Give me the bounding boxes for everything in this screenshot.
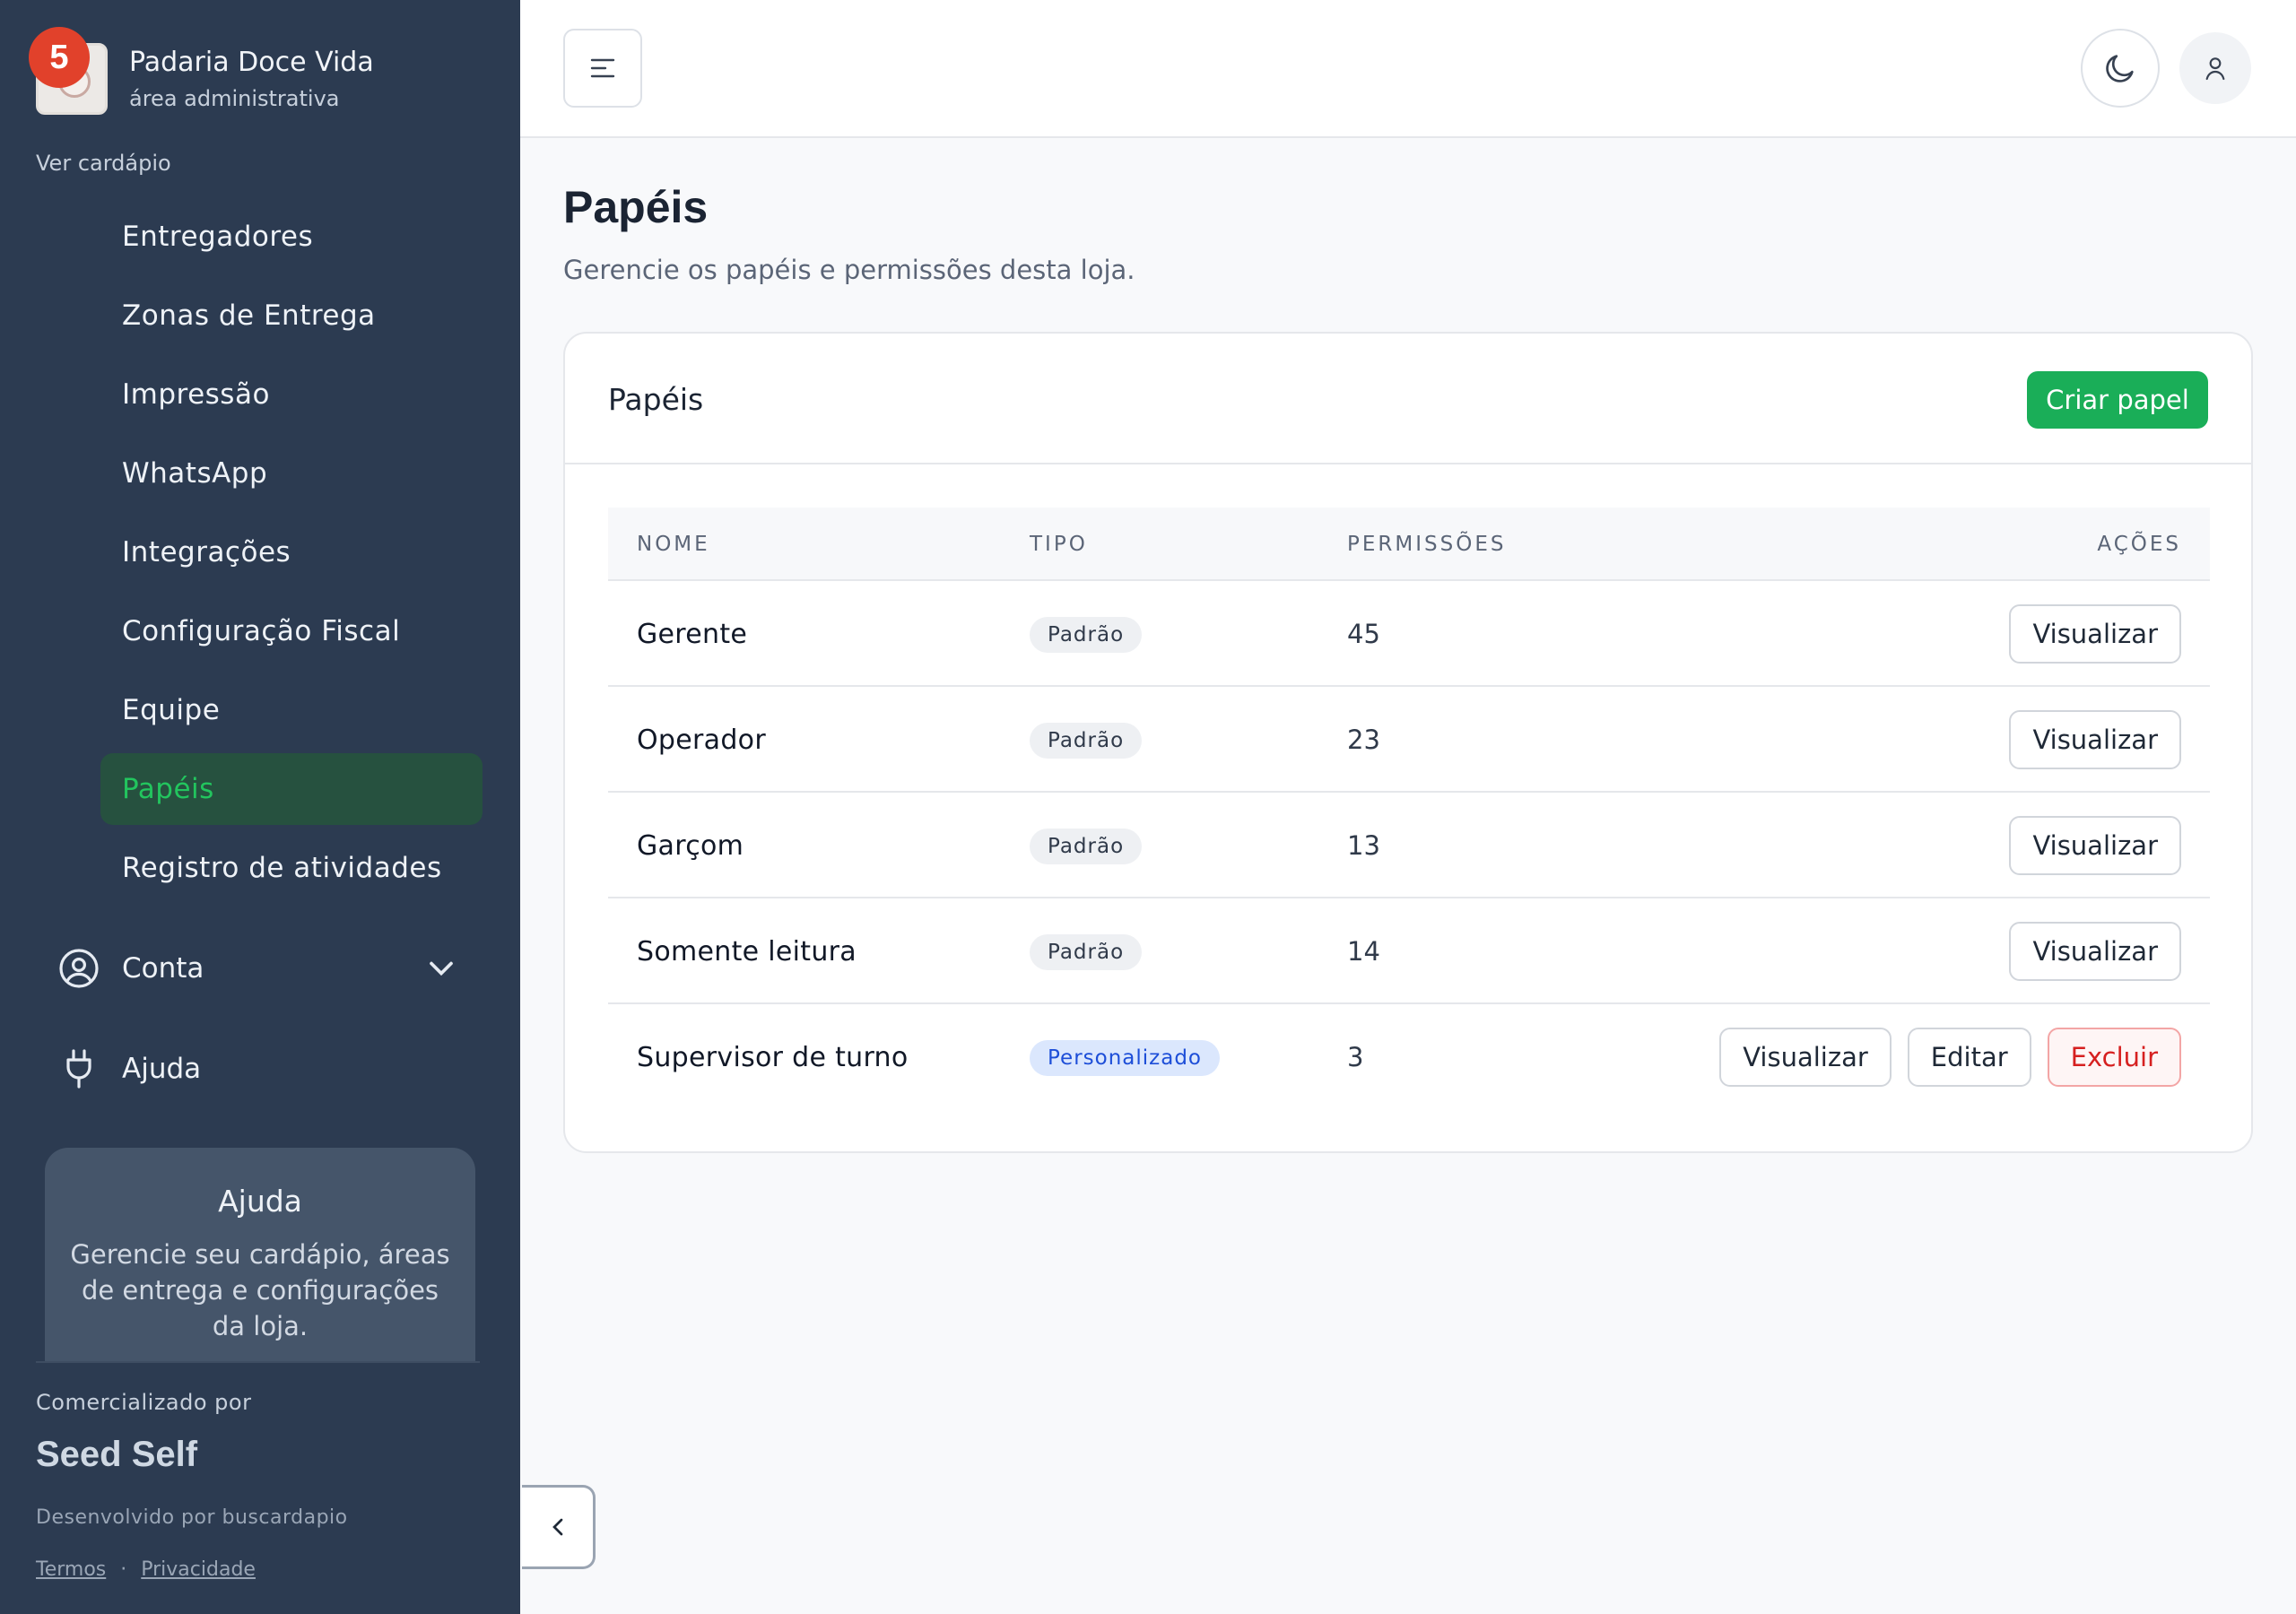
menu-icon	[590, 58, 615, 78]
role-name: Somente leitura	[637, 935, 857, 968]
theme-toggle-button[interactable]	[2081, 29, 2160, 108]
store-name: Padaria Doce Vida	[129, 47, 374, 78]
plug-icon	[66, 1049, 91, 1089]
role-name: Gerente	[637, 618, 748, 650]
sidebar-item-integracoes[interactable]: Integrações	[100, 516, 483, 588]
permissions-count: 3	[1347, 1042, 1364, 1072]
footer-divider	[36, 1361, 480, 1363]
delete-role-button[interactable]: Excluir	[2047, 1028, 2181, 1087]
view-role-button[interactable]: Visualizar	[1719, 1028, 1892, 1087]
view-menu-link[interactable]: Ver cardápio	[36, 151, 171, 176]
moon-icon	[2106, 55, 2134, 82]
sidebar-item-registro-de-atividades[interactable]: Registro de atividades	[100, 832, 483, 904]
permissions-count: 14	[1347, 936, 1380, 967]
table-row: Gerente Padrão 45 Visualizar	[608, 581, 2210, 687]
sidebar-section-label: Ajuda	[122, 1053, 202, 1085]
role-type-badge: Padrão	[1030, 829, 1143, 864]
table-row: Operador Padrão 23 Visualizar	[608, 687, 2210, 793]
brand[interactable]: 5 Padaria Doce Vida área administrativa	[29, 27, 484, 117]
marketed-by-label: Comercializado por	[36, 1390, 252, 1415]
card-header: Papéis Criar papel	[565, 334, 2251, 464]
store-subtitle: área administrativa	[129, 86, 340, 111]
view-role-button[interactable]: Visualizar	[2009, 922, 2181, 981]
sidebar-item-zonas-de-entrega[interactable]: Zonas de Entrega	[100, 280, 483, 351]
roles-card: Papéis Criar papel NOME TIPO PERMISSÕES …	[563, 332, 2253, 1153]
sidebar-item-papeis[interactable]: Papéis	[100, 753, 483, 825]
privacy-link[interactable]: Privacidade	[141, 1558, 256, 1581]
permissions-count: 13	[1347, 830, 1380, 861]
card-title: Papéis	[608, 382, 704, 417]
user-menu-button[interactable]	[2179, 32, 2251, 104]
role-name: Operador	[637, 724, 766, 756]
sidebar-section-ajuda[interactable]: Ajuda	[57, 1042, 470, 1096]
column-header-name: NOME	[637, 533, 710, 556]
create-role-button[interactable]: Criar papel	[2027, 371, 2208, 429]
user-icon	[2205, 57, 2225, 81]
table-header: NOME TIPO PERMISSÕES AÇÕES	[608, 508, 2210, 581]
table-row: Supervisor de turno Personalizado 3 Visu…	[608, 1004, 2210, 1110]
help-card: Ajuda Gerencie seu cardápio, áreas de en…	[45, 1148, 475, 1363]
edit-role-button[interactable]: Editar	[1907, 1028, 2031, 1087]
chevron-left-icon	[552, 1518, 562, 1536]
column-header-actions: AÇÕES	[2097, 533, 2181, 556]
sidebar-item-equipe[interactable]: Equipe	[100, 674, 483, 746]
sidebar: 5 Padaria Doce Vida área administrativa …	[0, 0, 520, 1614]
role-type-badge: Padrão	[1030, 934, 1143, 970]
table-row: Garçom Padrão 13 Visualizar	[608, 793, 2210, 898]
terms-link[interactable]: Termos	[36, 1558, 106, 1581]
role-type-badge: Padrão	[1030, 617, 1143, 653]
sidebar-section-conta[interactable]: Conta	[57, 941, 470, 995]
notification-badge: 5	[29, 27, 90, 88]
user-circle-icon	[59, 949, 99, 988]
page-subtitle: Gerencie os papéis e permissões desta lo…	[563, 255, 1135, 285]
sidebar-item-impressao[interactable]: Impressão	[100, 359, 483, 430]
role-type-badge: Personalizado	[1030, 1040, 1221, 1076]
view-role-button[interactable]: Visualizar	[2009, 816, 2181, 875]
menu-toggle-button[interactable]	[563, 29, 642, 108]
help-card-text: Gerencie seu cardápio, áreas de entrega …	[70, 1239, 450, 1341]
role-type-badge: Padrão	[1030, 723, 1143, 759]
permissions-count: 45	[1347, 619, 1380, 649]
footer-separator: ·	[120, 1558, 127, 1581]
table-row: Somente leitura Padrão 14 Visualizar	[608, 898, 2210, 1004]
view-role-button[interactable]: Visualizar	[2009, 710, 2181, 769]
role-name: Supervisor de turno	[637, 1041, 909, 1073]
sidebar-item-entregadores[interactable]: Entregadores	[100, 201, 483, 273]
help-card-title: Ajuda	[218, 1184, 302, 1219]
role-name: Garçom	[637, 829, 744, 862]
topbar	[520, 0, 2296, 138]
page-title: Papéis	[563, 182, 709, 232]
footer-links: Termos · Privacidade	[36, 1558, 256, 1581]
collapse-sidebar-button[interactable]	[522, 1485, 596, 1569]
roles-table: NOME TIPO PERMISSÕES AÇÕES Gerente Padrã…	[608, 508, 2210, 1110]
permissions-count: 23	[1347, 725, 1380, 755]
chevron-down-icon[interactable]	[422, 949, 461, 988]
developed-by-label: Desenvolvido por buscardapio	[36, 1506, 348, 1529]
column-header-type: TIPO	[1030, 533, 1088, 556]
partner-logo-text: Seed Self	[36, 1435, 198, 1474]
sidebar-item-configuracao-fiscal[interactable]: Configuração Fiscal	[100, 595, 483, 667]
sidebar-section-label: Conta	[122, 952, 204, 985]
column-header-permissions: PERMISSÕES	[1347, 533, 1507, 556]
sidebar-item-whatsapp[interactable]: WhatsApp	[100, 438, 483, 509]
view-role-button[interactable]: Visualizar	[2009, 604, 2181, 664]
